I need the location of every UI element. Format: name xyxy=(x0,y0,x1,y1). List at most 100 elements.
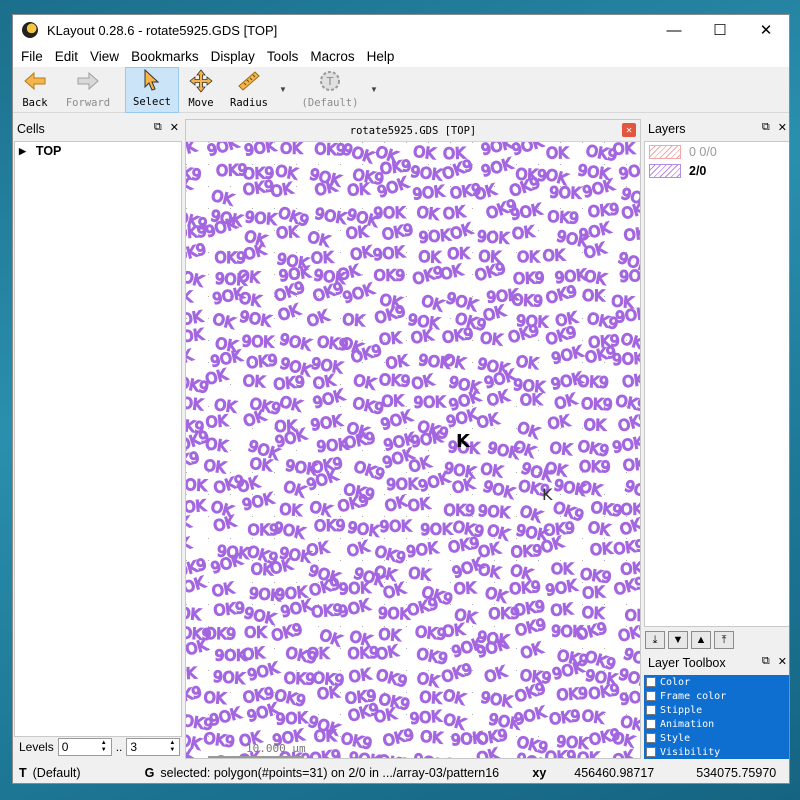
radius-dropdown-icon[interactable]: ▼ xyxy=(279,85,287,94)
menu-display[interactable]: Display xyxy=(205,49,261,64)
maximize-button[interactable]: ☐ xyxy=(697,15,743,45)
close-icon[interactable]: ✕ xyxy=(170,121,179,134)
layout-shape: OK9 xyxy=(374,666,409,691)
toolbox-style[interactable]: Style xyxy=(644,731,789,745)
toolbox-animation[interactable]: Animation xyxy=(644,717,789,731)
grid-dot xyxy=(560,164,561,165)
back-button[interactable]: Back xyxy=(17,67,53,113)
grid-dot xyxy=(230,494,231,495)
layout-shape: 9OK xyxy=(618,159,640,183)
layout-shape: OK9 xyxy=(309,746,342,758)
checkbox-icon[interactable] xyxy=(646,719,656,729)
menu-file[interactable]: File xyxy=(15,49,49,64)
spin-up-icon[interactable]: ▲ xyxy=(98,740,110,747)
move-cross-icon xyxy=(189,69,213,93)
layout-shape: OK9 xyxy=(612,574,640,599)
spin-up-icon[interactable]: ▲ xyxy=(166,740,178,747)
ruler-icon xyxy=(237,69,261,93)
checkbox-icon[interactable] xyxy=(646,677,656,687)
undock-icon[interactable]: ⧉ xyxy=(154,121,162,134)
toolbox-color[interactable]: Color xyxy=(644,675,789,689)
layout-shape: OK9 xyxy=(379,371,411,391)
toolbox-item-label: Frame color xyxy=(660,690,727,702)
layout-shape: OK xyxy=(482,662,509,686)
layout-shape: OK xyxy=(203,365,230,388)
layout-shape: 9OK xyxy=(479,688,514,711)
menu-help[interactable]: Help xyxy=(361,49,401,64)
default-dropdown-icon[interactable]: ▼ xyxy=(370,85,378,94)
grid-dot xyxy=(516,406,517,407)
grid-dot xyxy=(406,472,407,473)
close-icon[interactable]: ✕ xyxy=(778,655,787,668)
move-up-icon[interactable]: ▲ xyxy=(691,631,711,649)
forward-button[interactable]: Forward xyxy=(63,67,113,113)
menu-bookmarks[interactable]: Bookmarks xyxy=(125,49,205,64)
layout-tab[interactable]: rotate5925.GDS [TOP] ✕ xyxy=(186,120,640,142)
grid-key: G xyxy=(144,766,155,780)
toolbox-frame-color[interactable]: Frame color xyxy=(644,689,789,703)
layer-swatch xyxy=(649,163,681,178)
close-window-button[interactable]: ✕ xyxy=(743,15,789,45)
layout-shape: 9OK xyxy=(409,707,443,728)
grid-dot xyxy=(538,164,539,165)
grid-dot xyxy=(384,142,385,143)
grid-dot xyxy=(604,714,605,715)
grid-dot xyxy=(230,450,231,451)
layout-shape: 9OK xyxy=(186,475,208,495)
undock-icon[interactable]: ⧉ xyxy=(762,121,770,134)
menu-macros[interactable]: Macros xyxy=(304,49,360,64)
grid-dot xyxy=(340,164,341,165)
default-mode-button[interactable]: T (Default) xyxy=(301,67,359,113)
undock-icon[interactable]: ⧉ xyxy=(762,655,770,668)
layout-shape: OK9 xyxy=(351,394,385,419)
layer-label: 0 0/0 xyxy=(689,144,717,159)
layout-shape: OK xyxy=(552,390,579,414)
cell-tree-item-top[interactable]: ▶ TOP xyxy=(15,142,181,160)
layout-shape: 9OK xyxy=(412,750,448,758)
layout-shape: OK xyxy=(612,142,635,158)
klayout-window: KLayout 0.28.6 - rotate5925.GDS [TOP] — … xyxy=(12,14,790,784)
layout-shape: OK xyxy=(204,435,229,456)
grid-dot xyxy=(494,582,495,583)
close-icon[interactable]: ✕ xyxy=(778,121,787,134)
toolbox-visibility[interactable]: Visibility xyxy=(644,745,789,759)
checkbox-icon[interactable] xyxy=(646,705,656,715)
layout-canvas[interactable]: OK 9OK 9OK OK OK9 9OK OK OK OK 9OK 9OK OK OK9 OK OK9 OK… xyxy=(186,142,640,758)
select-tool-button[interactable]: Select xyxy=(125,67,179,113)
layout-shape: OK xyxy=(278,393,304,416)
layout-shape: OK xyxy=(551,560,574,578)
minimize-button[interactable]: — xyxy=(651,15,697,45)
spin-down-icon[interactable]: ▼ xyxy=(98,747,110,754)
menu-tools[interactable]: Tools xyxy=(261,49,305,64)
move-to-bottom-icon[interactable]: ⤓ xyxy=(645,631,665,649)
menu-edit[interactable]: Edit xyxy=(49,49,84,64)
move-label: Move xyxy=(188,97,214,109)
layout-shape: OK xyxy=(186,346,195,370)
layer-item-0-0[interactable]: 0 0/0 xyxy=(645,142,789,161)
move-to-top-icon[interactable]: ⤒ xyxy=(714,631,734,649)
radius-tool-button[interactable]: Radius xyxy=(227,67,271,113)
level-max-spinbox[interactable]: 3 ▲ ▼ xyxy=(126,738,181,756)
grid-dot xyxy=(604,494,605,495)
checkbox-icon[interactable] xyxy=(646,691,656,701)
level-min-spinbox[interactable]: 0 ▲ ▼ xyxy=(57,738,112,756)
spin-down-icon[interactable]: ▼ xyxy=(166,747,178,754)
menu-view[interactable]: View xyxy=(84,49,125,64)
layout-shape: OK9 xyxy=(381,725,416,750)
toolbox-stipple[interactable]: Stipple xyxy=(644,703,789,717)
expand-caret-icon[interactable]: ▶ xyxy=(19,146,26,157)
layout-shape: 9OK xyxy=(478,502,512,522)
grid-dot xyxy=(274,340,275,341)
close-tab-icon[interactable]: ✕ xyxy=(622,123,636,137)
move-tool-button[interactable]: Move xyxy=(183,67,219,113)
layout-shape: 9OK xyxy=(272,518,307,542)
move-down-icon[interactable]: ▼ xyxy=(668,631,688,649)
grid-dot xyxy=(450,582,451,583)
checkbox-icon[interactable] xyxy=(646,733,656,743)
layout-shape: 9OK xyxy=(410,163,444,185)
grid-dot xyxy=(318,560,319,561)
grid-dot xyxy=(186,472,187,473)
checkbox-icon[interactable] xyxy=(646,747,656,757)
grid-dot xyxy=(274,648,275,649)
layer-item-2-0[interactable]: 2/0 xyxy=(645,161,789,180)
